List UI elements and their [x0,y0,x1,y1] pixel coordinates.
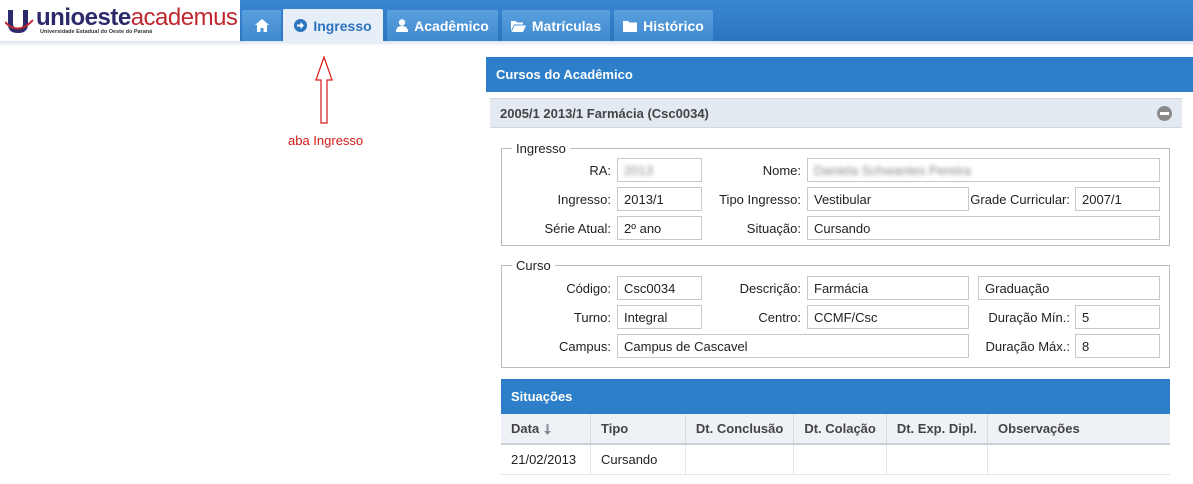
column-header-dt-colacao[interactable]: Dt. Colação [793,414,887,445]
column-header-dt-conclusao[interactable]: Dt. Conclusão [685,414,795,445]
grade-curricular-field[interactable]: 2007/1 [1075,187,1160,211]
tab-historico[interactable]: Histórico [614,10,713,41]
home-icon [254,19,269,32]
nivel-field[interactable]: Graduação [978,276,1160,300]
serie-atual-label: Série Atual: [544,221,612,236]
cell-data: 21/02/2013 [501,444,592,475]
column-header-tipo[interactable]: Tipo [590,414,686,445]
ingresso-legend: Ingresso [516,141,566,156]
nome-label: Nome: [762,163,801,178]
folder-open-icon [510,20,526,32]
ra-label: RA: [589,163,611,178]
turno-label: Turno: [573,310,611,325]
course-accordion-header[interactable]: 2005/1 2013/1 Farmácia (Csc0034) [490,98,1182,128]
tab-label: Ingresso [313,17,372,34]
table-row[interactable]: 21/02/2013 Cursando [501,444,1170,475]
situacao-field[interactable]: Cursando [807,216,1160,240]
tab-label: Histórico [643,17,704,34]
folder-icon [623,20,638,32]
course-header-text: 2005/1 2013/1 Farmácia (Csc0034) [500,106,709,121]
situacao-label: Situação: [746,221,801,236]
descricao-field[interactable]: Farmácia [807,276,969,300]
centro-label: Centro: [758,310,801,325]
sort-down-icon [543,424,551,436]
logo-icon [5,10,34,33]
tab-label: Acadêmico [414,17,489,34]
app-logo[interactable]: unioesteacademus Universidade Estadual d… [0,0,240,41]
column-header-observacoes[interactable]: Observações [987,414,1170,445]
ingresso-label: Ingresso: [557,192,611,207]
table-header-row: Data Tipo Dt. Conclusão Dt. Colação Dt. … [501,414,1170,445]
campus-field[interactable]: Campus de Cascavel [617,334,969,358]
cell-observacoes [987,444,1170,475]
tab-matriculas[interactable]: Matrículas [502,10,610,41]
grade-curricular-label: Grade Curricular: [970,192,1070,207]
codigo-label: Código: [566,281,611,296]
cell-tipo: Cursando [590,444,686,475]
column-header-data[interactable]: Data [501,414,592,445]
cell-dt-exp-dipl [886,444,989,475]
navbar-shadow [0,41,1193,46]
duracao-max-field[interactable]: 8 [1075,334,1160,358]
ingresso-field[interactable]: 2013/1 [617,187,702,211]
logo-wordmark: unioesteacademus [36,4,238,31]
column-header-dt-exp-dipl[interactable]: Dt. Exp. Dipl. [886,414,989,445]
tab-label: Matrículas [531,17,602,34]
tab-home[interactable] [242,10,281,41]
curso-legend: Curso [516,258,551,273]
tab-ingresso[interactable]: Ingresso [283,9,383,42]
cell-dt-conclusao [685,444,795,475]
situacoes-title: Situações [501,379,1170,414]
descricao-label: Descrição: [739,281,801,296]
cell-dt-colacao [793,444,887,475]
campus-label: Campus: [558,339,611,354]
duracao-max-label: Duração Máx.: [985,339,1070,354]
ra-field[interactable]: 2013 [617,158,702,182]
ra-value: 2013 [624,163,653,178]
collapse-icon[interactable] [1157,106,1172,121]
annotation-arrow [315,56,333,124]
column-label: Data [511,421,540,436]
duracao-min-field[interactable]: 5 [1075,305,1160,329]
annotation-label: aba Ingresso [288,133,364,148]
turno-field[interactable]: Integral [617,305,702,329]
serie-atual-field[interactable]: 2º ano [617,216,702,240]
panel-title: Cursos do Acadêmico [486,57,1193,92]
tipo-ingresso-label: Tipo Ingresso: [719,192,801,207]
nome-value: Daniela Schwantes Pereira [814,163,971,178]
logo-subtitle: Universidade Estadual do Oeste do Paraná [40,29,153,35]
tipo-ingresso-field[interactable]: Vestibular [807,187,969,211]
user-icon [396,19,409,32]
centro-field[interactable]: CCMF/Csc [807,305,969,329]
tab-academico[interactable]: Acadêmico [387,10,498,41]
situacoes-table: Data Tipo Dt. Conclusão Dt. Colação Dt. … [501,414,1170,475]
duracao-min-label: Duração Mín.: [988,310,1070,325]
arrow-circle-right-icon [294,19,308,32]
nome-field[interactable]: Daniela Schwantes Pereira [807,158,1160,182]
codigo-field[interactable]: Csc0034 [617,276,702,300]
